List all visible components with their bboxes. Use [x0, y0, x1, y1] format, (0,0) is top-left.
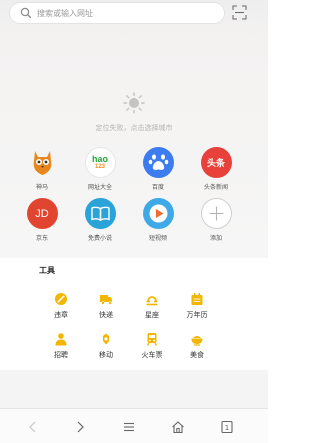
zodiac-icon: [146, 296, 158, 306]
app-toutiao[interactable]: 头条 头条新闻: [186, 147, 246, 191]
search-icon: [20, 7, 32, 19]
book-icon: [84, 198, 116, 229]
tool-calendar[interactable]: 万年历: [172, 292, 222, 320]
search-bar[interactable]: 搜索或输入网址: [9, 2, 225, 24]
jd-icon: JD: [26, 198, 58, 229]
hao123-icon: hao 123: [84, 147, 116, 178]
food-bowl-icon: [191, 336, 203, 346]
app-add[interactable]: 添加: [186, 198, 246, 242]
tool-violation[interactable]: 违章: [36, 292, 86, 320]
forward-icon: [77, 421, 84, 433]
app-hao123[interactable]: hao 123 网址大全: [70, 147, 130, 191]
toutiao-icon: 头条: [200, 147, 232, 178]
tool-zodiac[interactable]: 星座: [127, 292, 177, 320]
train-ticket-icon: [146, 333, 158, 346]
calendar-icon: [191, 293, 203, 305]
mobile-icon: [103, 333, 109, 345]
app-label: 添加: [209, 235, 222, 242]
tool-food[interactable]: 美食: [172, 332, 222, 360]
app-label: 京东: [35, 235, 48, 242]
tools-title: 工具: [39, 266, 55, 275]
plus-icon: [200, 198, 232, 229]
location-failed-text: 定位失败，点击选择城市: [95, 124, 173, 132]
home-icon: [172, 421, 184, 434]
app-short-video[interactable]: 短视频: [128, 198, 188, 242]
scan-icon[interactable]: [232, 5, 247, 20]
menu-button[interactable]: [119, 417, 139, 437]
home-button[interactable]: [168, 417, 188, 437]
app-label: 免费小说: [87, 235, 112, 242]
back-icon: [29, 421, 36, 433]
recruit-person-icon: [55, 333, 67, 346]
app-label: 神马: [35, 184, 48, 191]
weather-widget[interactable]: 定位失败，点击选择城市: [0, 92, 268, 133]
app-jd[interactable]: JD 京东: [12, 198, 72, 242]
app-baidu[interactable]: 百度: [128, 147, 188, 191]
home-header: 搜索或输入网址 定位失败，点击选择城市 神马 hao 123 网址大全 百度 头…: [0, 0, 268, 258]
app-label: 百度: [151, 184, 164, 191]
menu-icon: [124, 422, 134, 432]
tools-section: 工具 违章 快递 星座 万年历 招聘 移动 火车票 美食: [0, 258, 268, 370]
baidu-paw-icon: [142, 147, 174, 178]
app-free-novel[interactable]: 免费小说: [70, 198, 130, 242]
tabs-button[interactable]: 1: [217, 417, 237, 437]
play-video-icon: [142, 198, 174, 229]
forward-button[interactable]: [70, 417, 90, 437]
tool-mobile[interactable]: 移动: [81, 332, 131, 360]
app-label: 头条新闻: [203, 184, 228, 191]
tool-recruit[interactable]: 招聘: [36, 332, 86, 360]
app-label: 网址大全: [87, 184, 112, 191]
tabs-icon: 1: [221, 420, 233, 434]
app-shenma[interactable]: 神马: [12, 147, 72, 191]
violation-icon: [55, 293, 67, 305]
tabs-count: 1: [225, 424, 229, 432]
sun-icon: [123, 92, 145, 114]
tool-delivery[interactable]: 快递: [81, 292, 131, 320]
back-button[interactable]: [23, 417, 43, 437]
search-placeholder: 搜索或输入网址: [37, 8, 93, 18]
app-label: 短视频: [148, 235, 167, 242]
content-spacer: [0, 370, 268, 410]
shenma-owl-icon: [27, 147, 58, 178]
tool-train-ticket[interactable]: 火车票: [127, 332, 177, 360]
bottom-toolbar: 1: [0, 408, 268, 443]
delivery-truck-icon: [100, 295, 112, 305]
